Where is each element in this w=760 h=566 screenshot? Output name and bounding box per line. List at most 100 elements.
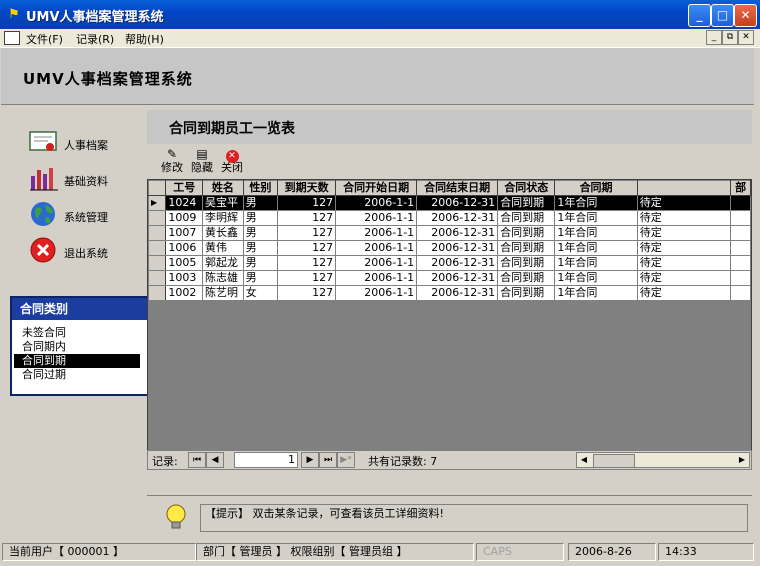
table-cell[interactable]: 2006-1-1: [335, 225, 418, 241]
document-icon[interactable]: [4, 31, 20, 45]
table-row[interactable]: ▶ 1024 吴宝平男 127 2006-1-1 2006-12-31 合同到期 1年合同 待定: [148, 195, 751, 211]
table-cell[interactable]: 2006-12-31: [416, 270, 499, 286]
table-cell[interactable]: 2006-12-31: [416, 285, 499, 301]
table-cell[interactable]: 待定: [636, 285, 732, 301]
column-header[interactable]: [636, 180, 732, 196]
table-cell[interactable]: [730, 195, 751, 211]
table-cell[interactable]: 2006-12-31: [416, 255, 499, 271]
table-row[interactable]: 1009 李明辉男 127 2006-1-1 2006-12-31 合同到期 1年合同 待定: [148, 210, 751, 226]
scroll-thumb[interactable]: [593, 454, 635, 468]
current-row-indicator-icon[interactable]: ▶: [148, 195, 167, 211]
table-cell[interactable]: 合同到期: [497, 240, 556, 256]
table-cell[interactable]: 待定: [636, 225, 732, 241]
table-cell[interactable]: 2006-1-1: [335, 240, 418, 256]
mdi-close-button[interactable]: ✕: [738, 30, 754, 45]
column-header[interactable]: 到期天数: [277, 180, 337, 196]
table-cell[interactable]: 合同到期: [497, 255, 556, 271]
table-cell[interactable]: 男: [242, 270, 279, 286]
table-cell[interactable]: 女: [242, 285, 279, 301]
table-cell[interactable]: 黄伟: [202, 240, 244, 256]
nav-exit-system[interactable]: 退出系统: [28, 236, 138, 266]
column-header[interactable]: 性别: [242, 180, 279, 196]
table-cell[interactable]: [730, 255, 751, 271]
table-cell[interactable]: 吴宝平: [202, 195, 244, 211]
table-cell[interactable]: 1005: [165, 255, 204, 271]
table-cell[interactable]: 127: [277, 270, 337, 286]
table-cell[interactable]: [730, 270, 751, 286]
column-header[interactable]: 合同结束日期: [416, 180, 499, 196]
table-cell[interactable]: 1002: [165, 285, 204, 301]
table-cell[interactable]: 男: [242, 225, 279, 241]
close-window-button[interactable]: ✕: [734, 4, 757, 27]
row-selector[interactable]: [148, 285, 167, 301]
record-number-input[interactable]: 1: [234, 452, 298, 468]
title-bar[interactable]: ⚑ UMV人事档案管理系统 _ □ ✕: [0, 0, 760, 29]
table-cell[interactable]: [730, 210, 751, 226]
menu-record[interactable]: 记录(R): [76, 31, 114, 47]
table-cell[interactable]: 2006-1-1: [335, 270, 418, 286]
column-header[interactable]: 合同状态: [497, 180, 556, 196]
table-cell[interactable]: 黄长鑫: [202, 225, 244, 241]
table-cell[interactable]: 1006: [165, 240, 204, 256]
nav-basic-data[interactable]: 基础资料: [28, 164, 138, 194]
table-cell[interactable]: 2006-1-1: [335, 210, 418, 226]
table-cell[interactable]: 127: [277, 240, 337, 256]
minimize-button[interactable]: _: [688, 4, 711, 27]
table-cell[interactable]: 2006-12-31: [416, 195, 499, 211]
column-header[interactable]: 工号: [165, 180, 204, 196]
table-cell[interactable]: 待定: [636, 195, 732, 211]
table-cell[interactable]: 合同到期: [497, 270, 556, 286]
row-selector[interactable]: [148, 225, 167, 241]
table-row[interactable]: 1006 黄伟男 127 2006-1-1 2006-12-31 合同到期 1年合同 待定: [148, 240, 751, 256]
table-cell[interactable]: 男: [242, 240, 279, 256]
table-cell[interactable]: 2006-12-31: [416, 210, 499, 226]
table-cell[interactable]: 合同到期: [497, 225, 556, 241]
nav-system-admin[interactable]: 系统管理: [28, 200, 138, 230]
table-cell[interactable]: 2006-1-1: [335, 255, 418, 271]
mdi-restore-button[interactable]: ⧉: [722, 30, 738, 45]
contract-type-item[interactable]: 合同过期: [14, 368, 140, 382]
table-cell[interactable]: 1年合同: [554, 240, 638, 256]
mdi-minimize-button[interactable]: _: [706, 30, 722, 45]
menu-file[interactable]: 文件(F): [26, 31, 63, 47]
table-cell[interactable]: 陈艺明: [202, 285, 244, 301]
first-record-button[interactable]: ⏮: [188, 452, 206, 468]
row-selector[interactable]: [148, 255, 167, 271]
new-record-button[interactable]: ▶*: [337, 452, 355, 468]
table-cell[interactable]: 陈志雄: [202, 270, 244, 286]
table-cell[interactable]: 1年合同: [554, 270, 638, 286]
table-cell[interactable]: 1年合同: [554, 210, 638, 226]
table-cell[interactable]: 合同到期: [497, 210, 556, 226]
last-record-button[interactable]: ⏭: [319, 452, 337, 468]
table-cell[interactable]: 1年合同: [554, 195, 638, 211]
prev-record-button[interactable]: ◀: [206, 452, 224, 468]
table-cell[interactable]: 合同到期: [497, 195, 556, 211]
table-cell[interactable]: [730, 225, 751, 241]
menu-help[interactable]: 帮助(H): [125, 31, 164, 47]
table-cell[interactable]: 2006-12-31: [416, 225, 499, 241]
table-cell[interactable]: 1007: [165, 225, 204, 241]
table-cell[interactable]: 1年合同: [554, 225, 638, 241]
contract-type-item-selected[interactable]: 合同到期: [14, 354, 140, 368]
table-cell[interactable]: 127: [277, 225, 337, 241]
row-selector[interactable]: [148, 210, 167, 226]
table-cell[interactable]: [730, 240, 751, 256]
contract-type-item[interactable]: 未签合同: [14, 326, 140, 340]
table-cell[interactable]: 男: [242, 195, 279, 211]
table-cell[interactable]: 待定: [636, 255, 732, 271]
next-record-button[interactable]: ▶: [301, 452, 319, 468]
column-header[interactable]: 合同开始日期: [335, 180, 418, 196]
table-cell[interactable]: 1年合同: [554, 255, 638, 271]
table-cell[interactable]: [730, 285, 751, 301]
table-cell[interactable]: 1024: [165, 195, 204, 211]
table-cell[interactable]: 127: [277, 210, 337, 226]
table-cell[interactable]: 127: [277, 195, 337, 211]
table-row[interactable]: 1002 陈艺明女 127 2006-1-1 2006-12-31 合同到期 1年合同 待定: [148, 285, 751, 301]
table-cell[interactable]: 1003: [165, 270, 204, 286]
table-cell[interactable]: 郭起龙: [202, 255, 244, 271]
table-cell[interactable]: 待定: [636, 210, 732, 226]
edit-button[interactable]: ✎ 修改: [159, 146, 185, 176]
table-row[interactable]: 1007 黄长鑫男 127 2006-1-1 2006-12-31 合同到期 1年合同 待定: [148, 225, 751, 241]
close-button[interactable]: ✕ 关闭: [219, 146, 245, 176]
column-header[interactable]: 合同期: [554, 180, 638, 196]
